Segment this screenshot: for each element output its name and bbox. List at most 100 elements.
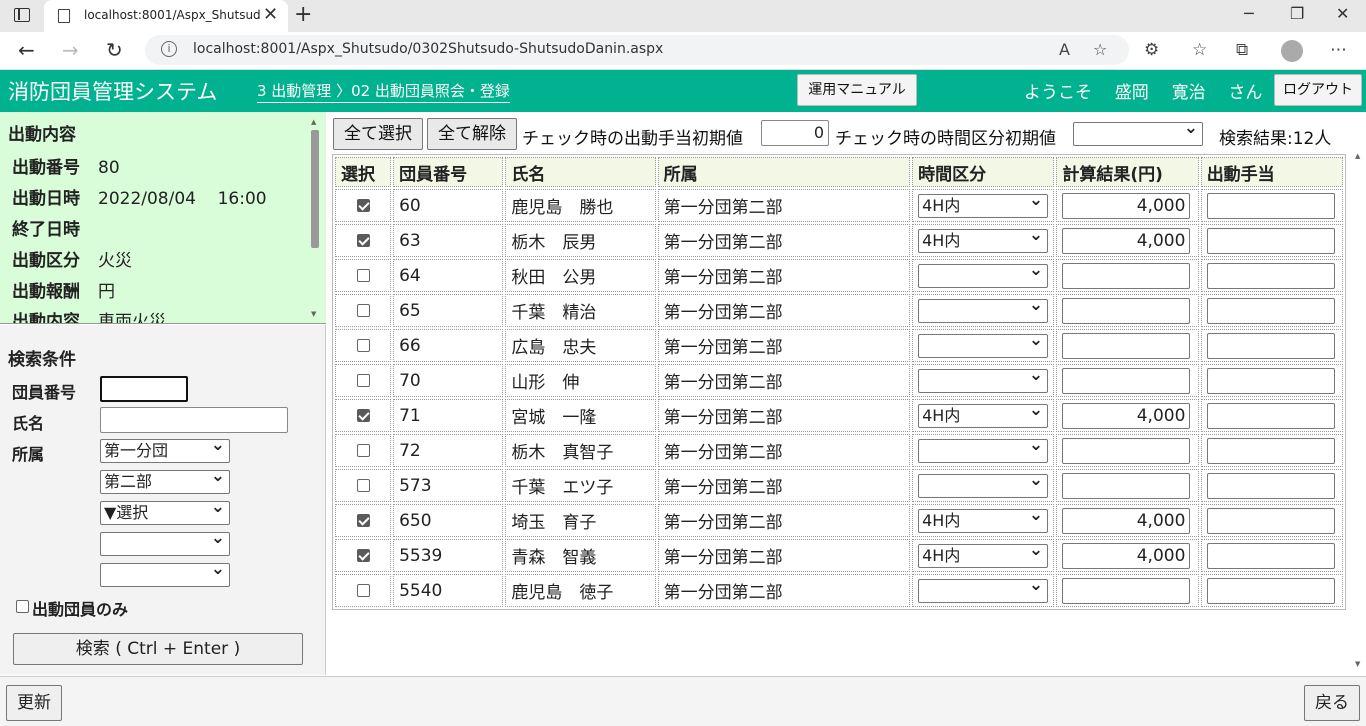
calc-input[interactable]	[1062, 297, 1191, 324]
url-box[interactable]: i localhost:8001/Aspx_Shutsudo/0302Shuts…	[145, 35, 1129, 65]
table-row: 650埼玉 育子第一分団第二部4H内 4,000	[335, 504, 1343, 537]
dispatched-only-checkbox[interactable]	[16, 600, 29, 613]
allowance-input[interactable]	[1206, 262, 1335, 289]
time-select[interactable]	[918, 294, 1049, 323]
calc-input[interactable]	[1062, 367, 1191, 394]
read-aloud-icon[interactable]: A	[1059, 40, 1070, 59]
breadcrumb[interactable]: 3 出動管理 〉02 出動団員照会・登録	[257, 80, 510, 103]
more-menu-icon[interactable]: ⋯	[1330, 40, 1347, 60]
row-checkbox[interactable]	[356, 444, 370, 457]
reload-icon[interactable]: ↻	[106, 38, 123, 62]
row-checkbox[interactable]	[356, 549, 370, 562]
affiliation-select-1[interactable]: 第一分団	[100, 439, 230, 463]
calc-input[interactable]	[1062, 472, 1191, 499]
time-select[interactable]	[918, 259, 1049, 288]
row-checkbox[interactable]	[356, 304, 370, 317]
table-row: 72 栃木 真智子 第一分団第二部	[335, 434, 1343, 467]
info-scrollbar[interactable]: ▲ ▼	[308, 118, 322, 324]
affiliation-cell: 第一分団第二部	[657, 574, 911, 607]
favorites-icon[interactable]: ☆	[1192, 40, 1207, 60]
extensions-icon[interactable]: ⚙	[1144, 40, 1159, 60]
site-info-icon[interactable]: i	[161, 41, 177, 57]
time-select[interactable]: 4H内	[918, 224, 1049, 253]
grid-scroll-up-icon[interactable]: ▲	[1355, 152, 1360, 160]
row-checkbox[interactable]	[356, 199, 370, 212]
calc-input[interactable]: 4,000	[1062, 542, 1191, 569]
row-checkbox[interactable]	[356, 374, 370, 387]
affiliation-select-4[interactable]	[100, 532, 230, 556]
search-panel: 検索条件 団員番号 氏名 所属 第一分団 第二部 ▼選択 出動団員のみ 検索 (…	[0, 325, 326, 675]
time-select[interactable]	[918, 434, 1049, 463]
time-default-select[interactable]	[1073, 122, 1203, 146]
allowance-input[interactable]	[1206, 402, 1335, 429]
time-select[interactable]	[918, 574, 1049, 603]
calc-input[interactable]	[1062, 437, 1191, 464]
calc-input[interactable]: 4,000	[1062, 192, 1191, 219]
favorite-add-icon[interactable]: ☆	[1093, 40, 1107, 59]
member-no-input[interactable]	[100, 376, 188, 402]
grid-scroll-down-icon[interactable]: ▼	[1355, 660, 1360, 668]
allowance-input[interactable]	[1206, 332, 1335, 359]
calc-input[interactable]	[1062, 262, 1191, 289]
calc-input[interactable]	[1062, 577, 1191, 604]
allowance-default-input[interactable]: 0	[761, 120, 829, 146]
calc-input[interactable]	[1062, 332, 1191, 359]
minimize-icon[interactable]: ─	[1244, 4, 1254, 23]
allowance-input[interactable]	[1206, 437, 1335, 464]
window-close-icon[interactable]: ✕	[1336, 4, 1349, 23]
tab-actions-icon[interactable]	[14, 8, 30, 22]
logout-button[interactable]: ログアウト	[1274, 74, 1362, 106]
row-checkbox[interactable]	[356, 479, 370, 492]
scroll-thumb[interactable]	[311, 130, 319, 248]
new-tab-icon[interactable]: +	[294, 2, 312, 27]
allowance-input[interactable]	[1206, 542, 1335, 569]
manual-button[interactable]: 運用マニュアル	[797, 74, 917, 106]
allowance-input[interactable]	[1206, 297, 1335, 324]
select-all-button[interactable]: 全て選択	[333, 118, 423, 150]
profile-avatar[interactable]	[1281, 40, 1303, 62]
row-checkbox[interactable]	[356, 409, 370, 422]
info-row: 出動報酬円	[12, 277, 115, 302]
calc-input[interactable]: 4,000	[1062, 227, 1191, 254]
allowance-input[interactable]	[1206, 577, 1335, 604]
time-select[interactable]: 4H内	[918, 539, 1049, 568]
row-checkbox[interactable]	[356, 584, 370, 597]
row-checkbox[interactable]	[356, 269, 370, 282]
grid-scrollbar[interactable]: ▲ ▼	[1352, 152, 1366, 676]
back-button[interactable]: 戻る	[1304, 685, 1360, 721]
allowance-input[interactable]	[1206, 192, 1335, 219]
time-select[interactable]	[918, 364, 1049, 393]
collections-icon[interactable]: ⧉	[1236, 40, 1248, 60]
allowance-input[interactable]	[1206, 472, 1335, 499]
scroll-down-icon[interactable]: ▼	[311, 310, 316, 318]
search-button[interactable]: 検索 ( Ctrl + Enter )	[13, 633, 303, 665]
name-input[interactable]	[100, 407, 288, 433]
affiliation-select-5[interactable]	[100, 563, 230, 587]
browser-tab[interactable]: localhost:8001/Aspx_Shutsudo/0 ✕	[44, 0, 288, 32]
allowance-input[interactable]	[1206, 367, 1335, 394]
row-checkbox[interactable]	[356, 514, 370, 527]
time-select[interactable]: 4H内	[918, 399, 1049, 428]
deselect-all-button[interactable]: 全て解除	[427, 118, 517, 150]
time-select[interactable]	[918, 329, 1049, 358]
app-title: 消防団員管理システム	[8, 80, 218, 104]
calc-input[interactable]: 4,000	[1062, 402, 1191, 429]
allowance-input[interactable]	[1206, 227, 1335, 254]
row-checkbox[interactable]	[356, 234, 370, 247]
affiliation-select-2[interactable]: 第二部	[100, 470, 230, 494]
affiliation-select-3[interactable]: ▼選択	[100, 501, 230, 525]
time-select[interactable]	[918, 469, 1049, 498]
tab-close-icon[interactable]: ✕	[263, 4, 278, 25]
select-cell	[335, 504, 392, 537]
dispatched-only-label[interactable]: 出動団員のみ	[32, 596, 128, 620]
url-text[interactable]: localhost:8001/Aspx_Shutsudo/0302Shutsud…	[193, 41, 663, 57]
scroll-up-icon[interactable]: ▲	[311, 118, 316, 126]
restore-icon[interactable]: ❐	[1290, 4, 1304, 23]
time-select[interactable]: 4H内	[918, 189, 1049, 218]
time-select[interactable]: 4H内	[918, 504, 1049, 533]
refresh-button[interactable]: 更新	[6, 685, 62, 721]
row-checkbox[interactable]	[356, 339, 370, 352]
allowance-input[interactable]	[1206, 507, 1335, 534]
calc-input[interactable]: 4,000	[1062, 507, 1191, 534]
back-icon[interactable]: ←	[18, 38, 35, 62]
